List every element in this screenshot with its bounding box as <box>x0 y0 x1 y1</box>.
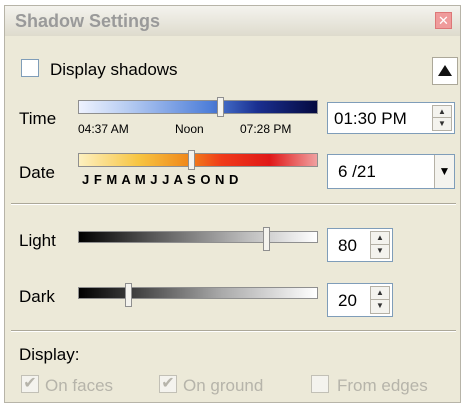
window-title: Shadow Settings <box>15 11 161 31</box>
dark-slider[interactable] <box>78 287 318 299</box>
time-slider-thumb[interactable] <box>217 97 224 117</box>
time-label: Time <box>19 109 57 128</box>
light-label: Light <box>19 231 56 250</box>
spin-up-icon[interactable]: ▲ <box>371 287 389 300</box>
from-edges-checkbox[interactable] <box>311 375 329 393</box>
spin-down-icon[interactable]: ▼ <box>371 300 389 313</box>
display-shadows-label: Display shadows <box>50 60 178 79</box>
separator <box>11 330 456 332</box>
display-label: Display: <box>19 345 80 364</box>
time-tick-end: 07:28 PM <box>240 122 292 136</box>
shadow-settings-window: Shadow Settings ✕ Display shadows Time 0… <box>4 5 461 403</box>
time-tick-noon: Noon <box>175 122 204 136</box>
dark-input[interactable]: 20 ▲ ▼ <box>327 283 393 317</box>
dark-spinner[interactable]: ▲ ▼ <box>370 286 390 314</box>
date-month-ticks: J F M A M J J A S O N D <box>82 172 239 187</box>
on-faces-checkbox[interactable]: ✔ <box>21 375 39 393</box>
triangle-up-icon <box>438 65 452 76</box>
dark-label: Dark <box>19 287 55 306</box>
time-tick-start: 04:37 AM <box>78 122 129 136</box>
time-value: 01:30 PM <box>334 109 407 128</box>
date-label: Date <box>19 163 55 182</box>
time-input[interactable]: 01:30 PM ▲ ▼ <box>327 102 455 134</box>
on-faces-label: On faces <box>45 376 114 395</box>
on-ground-label: On ground <box>183 376 264 395</box>
date-value: 6 /21 <box>338 162 376 181</box>
display-shadows-checkbox[interactable] <box>21 59 39 77</box>
time-slider[interactable] <box>78 100 318 114</box>
dark-value: 20 <box>338 291 357 310</box>
on-ground-checkbox[interactable]: ✔ <box>159 375 177 393</box>
title-bar[interactable]: Shadow Settings ✕ <box>5 6 460 36</box>
from-edges-label: From edges <box>337 376 428 395</box>
light-slider[interactable] <box>78 231 318 243</box>
collapse-button[interactable] <box>432 57 458 85</box>
date-slider-thumb[interactable] <box>188 150 195 170</box>
light-value: 80 <box>338 236 357 255</box>
light-spinner[interactable]: ▲ ▼ <box>370 231 390 259</box>
spin-down-icon[interactable]: ▼ <box>371 245 389 258</box>
close-icon[interactable]: ✕ <box>435 12 452 29</box>
date-slider[interactable] <box>78 153 318 167</box>
light-input[interactable]: 80 ▲ ▼ <box>327 228 393 262</box>
date-input[interactable]: 6 /21 ▼ <box>327 154 455 189</box>
dark-slider-thumb[interactable] <box>125 283 132 307</box>
chevron-down-icon[interactable]: ▼ <box>434 155 454 188</box>
time-spinner[interactable]: ▲ ▼ <box>432 105 452 131</box>
spin-down-icon[interactable]: ▼ <box>433 118 451 130</box>
spin-up-icon[interactable]: ▲ <box>371 232 389 245</box>
spin-up-icon[interactable]: ▲ <box>433 106 451 118</box>
separator <box>11 203 456 205</box>
light-slider-thumb[interactable] <box>263 227 270 251</box>
